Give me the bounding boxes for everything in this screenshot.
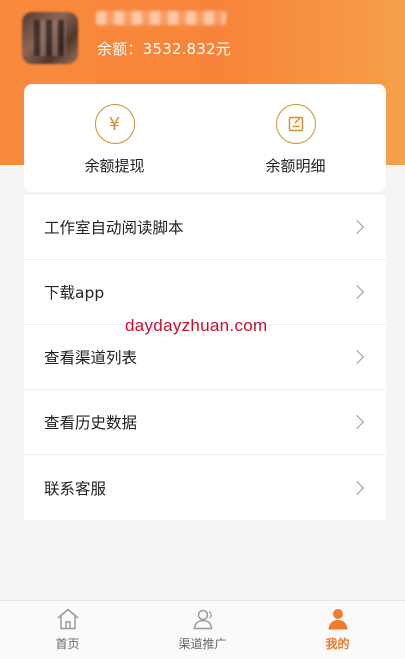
withdraw-label: 余额提现 [84,157,145,175]
tab-label: 首页 [55,637,80,651]
tab-label: 我的 [325,637,350,651]
menu-item-label: 工作室自动阅读脚本 [44,219,184,237]
chevron-right-icon [349,219,365,235]
nickname-blurred [96,11,226,25]
watermark-text: daydayzhuan.com [125,316,268,335]
tab-home[interactable]: 首页 [0,601,135,659]
chevron-right-icon [349,284,365,300]
profile-page: 余额：3532.832元 ¥ 余额提现 余额明细 工作室自动阅读脚本 下载app… [0,0,405,659]
menu-item-label: 下载app [44,284,105,302]
menu-item-label: 查看渠道列表 [44,349,138,367]
tab-label: 渠道推广 [178,637,227,651]
withdraw-button[interactable]: ¥ 余额提现 [24,84,205,192]
menu-item-history-data[interactable]: 查看历史数据 [24,390,386,455]
menu-item-auto-read-script[interactable]: 工作室自动阅读脚本 [24,195,386,260]
menu-item-customer-service[interactable]: 联系客服 [24,455,386,520]
menu-list: 工作室自动阅读脚本 下载app 查看渠道列表 查看历史数据 联系客服 [24,195,386,520]
balance-actions-card: ¥ 余额提现 余额明细 [24,84,386,192]
home-svg [57,608,78,630]
balance-details-button[interactable]: 余额明细 [205,84,386,192]
chevron-right-icon [349,349,365,365]
tab-channel-promotion[interactable]: 渠道推广 [135,601,270,659]
edit-note-icon [275,104,316,144]
balance-text: 余额：3532.832元 [97,40,231,58]
chevron-right-icon [349,480,365,495]
yen-icon: ¥ [94,104,135,144]
users-svg [193,609,212,630]
home-icon [55,606,81,632]
users-icon [190,606,216,632]
chevron-right-icon [349,414,365,430]
menu-item-label: 联系客服 [44,479,107,498]
edit-note-svg [288,116,303,132]
person-icon [325,606,351,632]
person-svg [328,609,347,630]
tab-mine[interactable]: 我的 [270,601,405,659]
bottom-tab-bar: 首页 渠道推广 我的 [0,600,405,659]
balance-details-label: 余额明细 [265,157,326,175]
menu-item-label: 查看历史数据 [44,414,138,432]
avatar[interactable] [22,12,78,64]
